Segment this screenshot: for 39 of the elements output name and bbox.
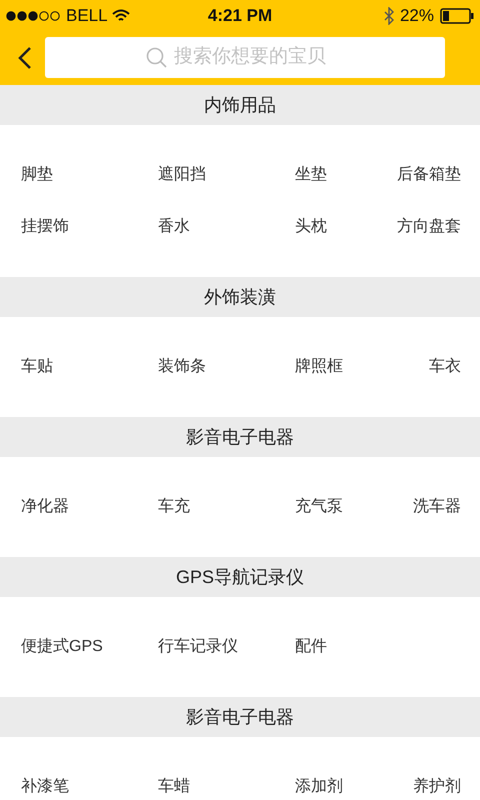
category-item[interactable]: 坐垫: [295, 165, 327, 185]
carrier-name: BELL: [66, 5, 108, 28]
section-header: GPS导航记录仪: [0, 557, 480, 597]
signal-icon: [6, 11, 62, 21]
category-item[interactable]: 配件: [295, 637, 327, 657]
category-item[interactable]: 后备箱垫: [397, 165, 461, 185]
category-item[interactable]: 充气泵: [295, 497, 343, 517]
section-header: 外饰装潢: [0, 277, 480, 317]
category-item[interactable]: 装饰条: [158, 357, 206, 377]
category-item[interactable]: 洗车器: [413, 497, 461, 517]
category-item[interactable]: 车充: [158, 497, 190, 517]
category-item[interactable]: 牌照框: [295, 357, 343, 377]
section-header: 影音电子电器: [0, 417, 480, 457]
category-item[interactable]: 香水: [158, 217, 190, 237]
category-item[interactable]: 车蜡: [158, 777, 190, 797]
category-item[interactable]: 挂摆饰: [21, 217, 69, 237]
search-field[interactable]: 搜索你想要的宝贝: [174, 43, 344, 72]
section-header: 内饰用品: [0, 85, 480, 125]
category-item[interactable]: 净化器: [21, 497, 69, 517]
category-item[interactable]: 便捷式GPS: [21, 637, 103, 657]
category-item[interactable]: 头枕: [295, 217, 327, 237]
category-item[interactable]: 车贴: [21, 357, 53, 377]
category-item[interactable]: 行车记录仪: [158, 637, 238, 657]
battery-percent: 22%: [400, 5, 434, 28]
clock-time: 4:21 PM: [208, 5, 272, 28]
wifi-icon: [112, 9, 130, 23]
category-item[interactable]: 脚垫: [21, 165, 53, 185]
category-item[interactable]: 方向盘套: [397, 217, 461, 237]
chevron-left-icon: [18, 46, 32, 70]
battery-icon: [440, 8, 474, 24]
search-bar[interactable]: 搜索你想要的宝贝: [45, 37, 445, 78]
bluetooth-icon: [384, 7, 394, 25]
category-item[interactable]: 养护剂: [413, 777, 461, 797]
search-icon: [146, 46, 168, 68]
section-header: 影音电子电器: [0, 697, 480, 737]
category-item[interactable]: 遮阳挡: [158, 165, 206, 185]
category-item[interactable]: 车衣: [429, 357, 461, 377]
category-item[interactable]: 添加剂: [295, 777, 343, 797]
category-item[interactable]: 补漆笔: [21, 777, 69, 797]
